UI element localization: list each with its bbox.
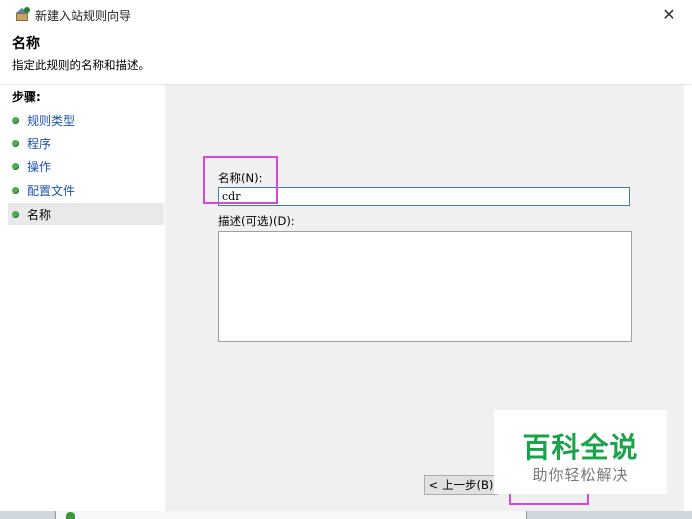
- back-button[interactable]: < 上一步(B): [424, 475, 498, 495]
- step-item-program[interactable]: 程序: [8, 132, 164, 154]
- watermark-title: 百科全说: [522, 431, 639, 464]
- page-header: 名称 指定此规则的名称和描述。: [0, 28, 692, 85]
- step-dot-icon: [12, 116, 19, 124]
- title-bar: 新建入站规则向导 ✕: [0, 0, 692, 28]
- close-button[interactable]: ✕: [646, 0, 692, 28]
- firewall-wizard-icon: [15, 6, 31, 22]
- description-label: 描述(可选)(D):: [218, 214, 295, 228]
- background-list-edge: [55, 511, 527, 519]
- step-label[interactable]: 程序: [27, 135, 51, 152]
- background-window-strip: [0, 511, 692, 519]
- wizard-window: 新建入站规则向导 ✕ 名称 指定此规则的名称和描述。 步骤: 规则类型 程序 操…: [0, 0, 692, 519]
- watermark: 百科全说 助你轻松解决: [494, 410, 667, 494]
- description-textarea[interactable]: [218, 231, 632, 342]
- step-dot-icon: [12, 186, 19, 194]
- page-title: 名称: [12, 36, 40, 52]
- window-title: 新建入站规则向导: [35, 9, 132, 23]
- close-icon[interactable]: ✕: [662, 5, 675, 24]
- step-item-profile[interactable]: 配置文件: [8, 179, 164, 201]
- watermark-subtitle: 助你轻松解决: [532, 466, 629, 484]
- step-dot-icon: [12, 162, 19, 170]
- name-highlight-box: [203, 156, 278, 204]
- steps-sidebar: 步骤: 规则类型 程序 操作 配置文件 名称: [8, 85, 164, 511]
- step-item-rule-type[interactable]: 规则类型: [8, 109, 164, 131]
- step-dot-icon: [12, 210, 19, 218]
- step-label[interactable]: 配置文件: [27, 182, 75, 199]
- step-label[interactable]: 规则类型: [27, 112, 75, 129]
- step-dot-icon: [12, 139, 19, 147]
- step-item-action[interactable]: 操作: [8, 155, 164, 177]
- step-label[interactable]: 操作: [27, 158, 51, 175]
- page-subtitle: 指定此规则的名称和描述。: [12, 58, 150, 72]
- steps-title: 步骤:: [12, 90, 41, 104]
- step-item-name[interactable]: 名称: [8, 203, 164, 225]
- step-label[interactable]: 名称: [27, 206, 51, 223]
- name-input[interactable]: cdr: [218, 187, 630, 206]
- rule-enabled-icon: [66, 512, 75, 519]
